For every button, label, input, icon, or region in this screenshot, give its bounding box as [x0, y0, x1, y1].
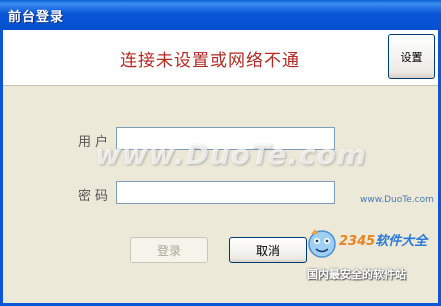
mascot-icon: [308, 229, 336, 258]
cancel-button[interactable]: 取消: [229, 237, 307, 263]
brand-logo-text: 软件大全: [375, 234, 428, 249]
watermark-url: www.DuoTe.com: [360, 195, 434, 205]
connection-status-message: 连接未设置或网络不通: [120, 51, 300, 71]
password-label: 密码: [78, 189, 113, 204]
watermark-text: www.DuoTe.com: [95, 138, 367, 171]
login-button[interactable]: 登录: [130, 237, 208, 263]
brand-slogan: 国内最安全的软件站: [307, 268, 406, 281]
status-header: 连接未设置或网络不通: [3, 30, 438, 86]
window-title: 前台登录: [8, 10, 65, 25]
login-dialog: 前台登录 连接未设置或网络不通 设置 用户 密码 登录 取消 www.DuoTe…: [0, 0, 441, 306]
brand-watermark: 2345软件大全 国内最安全的软件站: [305, 226, 441, 296]
password-input[interactable]: [116, 181, 335, 204]
brand-logo: 2345软件大全: [339, 230, 427, 249]
title-bar[interactable]: 前台登录: [0, 0, 441, 30]
settings-button[interactable]: 设置: [388, 34, 435, 79]
brand-logo-number: 2345: [339, 234, 376, 249]
